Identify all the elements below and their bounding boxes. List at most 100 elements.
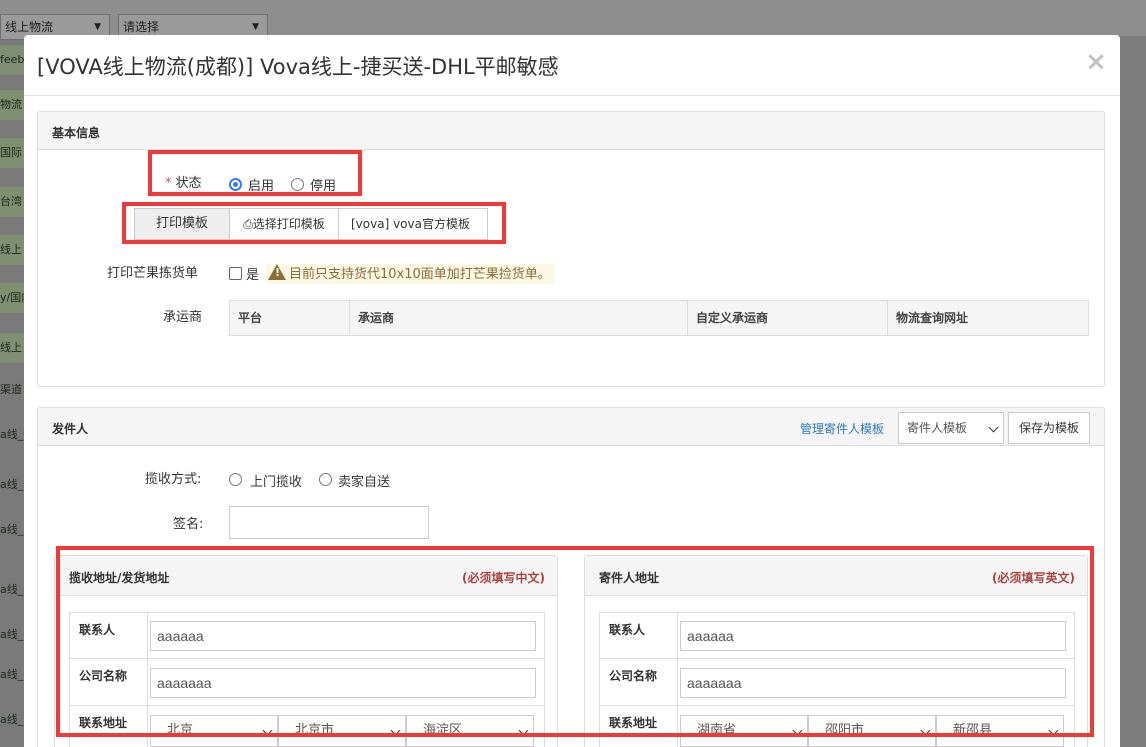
panel-title: 基本信息 <box>52 126 101 140</box>
mango-pick-warning: 目前只支持货代10x10面单加打芒果捡货单。 <box>266 264 555 284</box>
signature-input[interactable] <box>229 506 429 539</box>
return-province-select[interactable]: 湖南省 <box>680 715 808 747</box>
background-sidebar-item: 国际 <box>0 138 24 168</box>
chevron-down-icon <box>920 725 931 736</box>
pickup-address-note: (必须填写中文) <box>462 571 545 585</box>
pickup-method-label: 揽收方式: <box>145 472 202 487</box>
sub-panel-heading: 揽收地址/发货地址 (必须填写中文) <box>55 556 557 596</box>
print-template-value: [vova] vova官方模板 <box>338 208 488 240</box>
district-value: 新邵县 <box>953 723 993 738</box>
required-mark: * <box>165 176 172 191</box>
return-district-select[interactable]: 新邵县 <box>936 715 1064 747</box>
pickup-self-radio[interactable] <box>319 473 332 486</box>
form-row: 公司名称 aaaaaaa <box>600 659 1074 706</box>
sender-template-select[interactable]: 寄件人模板 <box>898 412 1004 444</box>
background-sidebar-item: a线_敏感 <box>0 428 24 441</box>
background-sidebar-item: y/国内 <box>0 283 24 313</box>
status-disabled-label[interactable]: 停用 <box>310 175 336 194</box>
city-value: 邵阳市 <box>825 723 865 738</box>
background-select-value: 线上物流 <box>5 20 54 34</box>
background-sidebar-item: a线_全程 <box>0 478 24 491</box>
chevron-down-icon <box>262 725 273 736</box>
city-value: 北京市 <box>295 723 335 738</box>
status-enabled-radio[interactable] <box>229 178 242 191</box>
basic-info-panel: 基本信息 * 状态 启用 停用 打印模板 ⎙选择打印模板 [vova] vova官… <box>37 111 1105 387</box>
pickup-contact-input[interactable]: aaaaaa <box>150 621 536 651</box>
pickup-company-input[interactable]: aaaaaaa <box>150 668 536 698</box>
pickup-address-title: 揽收地址/发货地址 <box>69 571 170 585</box>
pickup-door-label[interactable]: 上门揽收 <box>250 471 302 490</box>
pickup-district-select[interactable]: 海淀区 <box>406 715 534 747</box>
carrier-col-carrier: 承运商 <box>350 301 688 335</box>
return-city-select[interactable]: 邵阳市 <box>808 715 936 747</box>
address-label: 联系地址 <box>600 706 678 747</box>
print-template-label: 打印模板 <box>134 208 230 240</box>
address-label: 联系地址 <box>70 706 148 747</box>
close-icon[interactable]: × <box>1085 48 1107 76</box>
save-as-template-button[interactable]: 保存为模板 <box>1008 412 1090 444</box>
background-sidebar: feeb 物流 国际 台湾 线上 y/国内 线上 渠道 a线_敏感 a线_全程 … <box>0 45 24 747</box>
sender-template-select-value: 寄件人模板 <box>907 421 968 435</box>
background-sidebar-item: a线_ <box>0 523 24 536</box>
panel-title: 发件人 <box>52 422 89 436</box>
contact-label: 联系人 <box>70 613 148 658</box>
status-label-text: 状态 <box>175 176 202 191</box>
pickup-province-select[interactable]: 北京 <box>150 715 278 747</box>
background-sidebar-item: a线_ <box>0 668 24 681</box>
chevron-down-icon <box>518 725 529 736</box>
form-row: 联系人 aaaaaa <box>600 613 1074 659</box>
form-row: 联系人 aaaaaa <box>70 613 544 659</box>
carrier-table: 平台 承运商 自定义承运商 物流查询网址 <box>229 300 1089 336</box>
return-contact-input[interactable]: aaaaaa <box>680 621 1066 651</box>
mango-pick-checkbox-label[interactable]: 是 <box>246 264 259 283</box>
channel-settings-modal: [VOVA线上物流(成都)] Vova线上-捷买送-DHL平邮敏感 × 基本信息… <box>24 35 1120 747</box>
background-sidebar-item: 渠道 <box>0 383 22 396</box>
chevron-down-icon <box>1048 725 1059 736</box>
background-sidebar-item: a线_ <box>0 628 24 641</box>
background-sidebar-item: feeb <box>0 45 24 75</box>
background-select-value: 请选择 <box>123 20 160 34</box>
return-address-form: 联系人 aaaaaa 公司名称 aaaaaaa 联系地址 湖南省 邵阳市 新邵县 <box>599 612 1075 747</box>
sender-panel: 发件人 管理寄件人模板 寄件人模板 保存为模板 揽收方式: 上门揽收 卖家自送 … <box>37 407 1105 747</box>
chevron-down-icon <box>390 725 401 736</box>
signature-label: 签名: <box>173 517 204 532</box>
contact-label: 联系人 <box>600 613 678 658</box>
background-sidebar-item: a线_S <box>0 713 24 726</box>
mango-pick-checkbox[interactable] <box>229 267 242 280</box>
background-right-edge <box>1120 36 1146 747</box>
pickup-address-panel: 揽收地址/发货地址 (必须填写中文) 联系人 aaaaaa 公司名称 aaaaa… <box>54 555 558 747</box>
background-sidebar-item: 线上 <box>0 235 24 265</box>
return-address-panel: 寄件人地址 (必须填写英文) 联系人 aaaaaa 公司名称 aaaaaaa 联… <box>584 555 1088 747</box>
province-value: 北京 <box>167 723 194 738</box>
status-disabled-radio[interactable] <box>291 178 304 191</box>
panel-heading: 基本信息 <box>38 112 1104 150</box>
status-enabled-label[interactable]: 启用 <box>248 175 274 194</box>
pickup-city-select[interactable]: 北京市 <box>278 715 406 747</box>
carrier-col-platform: 平台 <box>230 301 350 335</box>
manage-sender-template-link[interactable]: 管理寄件人模板 <box>800 420 884 437</box>
mango-pick-label: 打印芒果拣货单 <box>107 266 199 281</box>
carrier-label: 承运商 <box>163 310 203 325</box>
panel-heading: 发件人 管理寄件人模板 寄件人模板 保存为模板 <box>38 408 1104 446</box>
carrier-col-tracking-url: 物流查询网址 <box>896 311 969 325</box>
warning-icon <box>268 264 286 280</box>
status-label: * 状态 <box>165 172 202 191</box>
pickup-door-radio[interactable] <box>229 473 242 486</box>
return-address-note: (必须填写英文) <box>992 571 1075 585</box>
carrier-col-custom: 自定义承运商 <box>688 301 888 335</box>
background-sidebar-item: a线_速捷 <box>0 583 24 596</box>
company-label: 公司名称 <box>70 659 148 705</box>
form-row: 联系地址 北京 北京市 海淀区 <box>70 706 544 747</box>
return-company-input[interactable]: aaaaaaa <box>680 668 1066 698</box>
form-row: 联系地址 湖南省 邵阳市 新邵县 <box>600 706 1074 747</box>
background-sidebar-item: 物流 <box>0 90 24 120</box>
province-value: 湖南省 <box>697 723 737 738</box>
chevron-down-icon <box>988 422 999 433</box>
select-print-template-label: 选择打印模板 <box>252 217 325 231</box>
pickup-self-label[interactable]: 卖家自送 <box>338 471 390 490</box>
district-value: 海淀区 <box>423 723 463 738</box>
modal-title: [VOVA线上物流(成都)] Vova线上-捷买送-DHL平邮敏感 <box>37 55 559 79</box>
background-sidebar-item: 台湾 <box>0 187 24 217</box>
pickup-address-form: 联系人 aaaaaa 公司名称 aaaaaaa 联系地址 北京 北京市 海淀区 <box>69 612 545 747</box>
select-print-template-button[interactable]: ⎙选择打印模板 <box>229 208 339 240</box>
